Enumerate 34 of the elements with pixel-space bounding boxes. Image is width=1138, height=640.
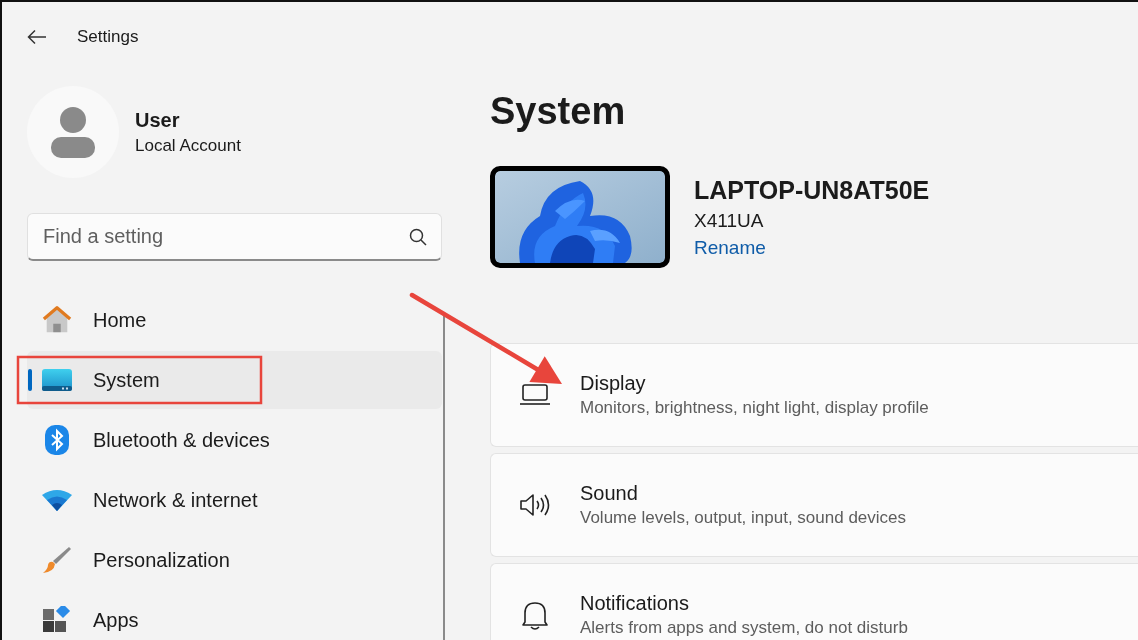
device-model: X411UA (694, 209, 765, 232)
bluetooth-icon (45, 425, 69, 455)
user-name: User (135, 108, 181, 132)
paintbrush-icon (42, 545, 72, 575)
search-field[interactable]: Find a setting (27, 213, 442, 261)
nav-item[interactable]: Personalization (27, 531, 442, 589)
nav-item[interactable]: Home (27, 291, 442, 349)
card-description: Alerts from apps and system, do not disturb (580, 618, 908, 638)
nav-item[interactable]: Network & internet (27, 471, 442, 529)
settings-card[interactable]: Display Monitors, brightness, night light, display profile (490, 343, 1138, 447)
wifi-icon (42, 489, 72, 511)
card-title: Sound (580, 482, 639, 505)
home-icon (42, 305, 72, 335)
bell-icon (521, 600, 549, 630)
window-title: Settings (77, 27, 139, 47)
selection-indicator (28, 369, 32, 391)
settings-card[interactable]: Sound Volume levels, output, input, sound devices (490, 453, 1138, 557)
nav-item[interactable]: System (27, 351, 442, 409)
laptop-icon (519, 383, 551, 407)
monitor-icon (42, 369, 72, 391)
page-title: System (490, 90, 627, 133)
account-type: Local Account (135, 135, 241, 156)
apps-icon (43, 606, 71, 634)
rename-link[interactable]: Rename (694, 236, 766, 259)
device-name: LAPTOP-UN8AT50E (694, 175, 930, 205)
settings-card[interactable]: Notifications Alerts from apps and system, do not disturb (490, 563, 1138, 640)
card-title: Notifications (580, 592, 690, 615)
speaker-icon (519, 492, 551, 518)
nav-item[interactable]: Apps (27, 591, 442, 640)
card-title: Display (580, 372, 647, 395)
nav-item[interactable]: Bluetooth & devices (27, 411, 442, 469)
card-description: Monitors, brightness, night light, display profile (580, 398, 929, 418)
card-description: Volume levels, output, input, sound devices (580, 508, 907, 528)
search-icon (409, 228, 427, 246)
